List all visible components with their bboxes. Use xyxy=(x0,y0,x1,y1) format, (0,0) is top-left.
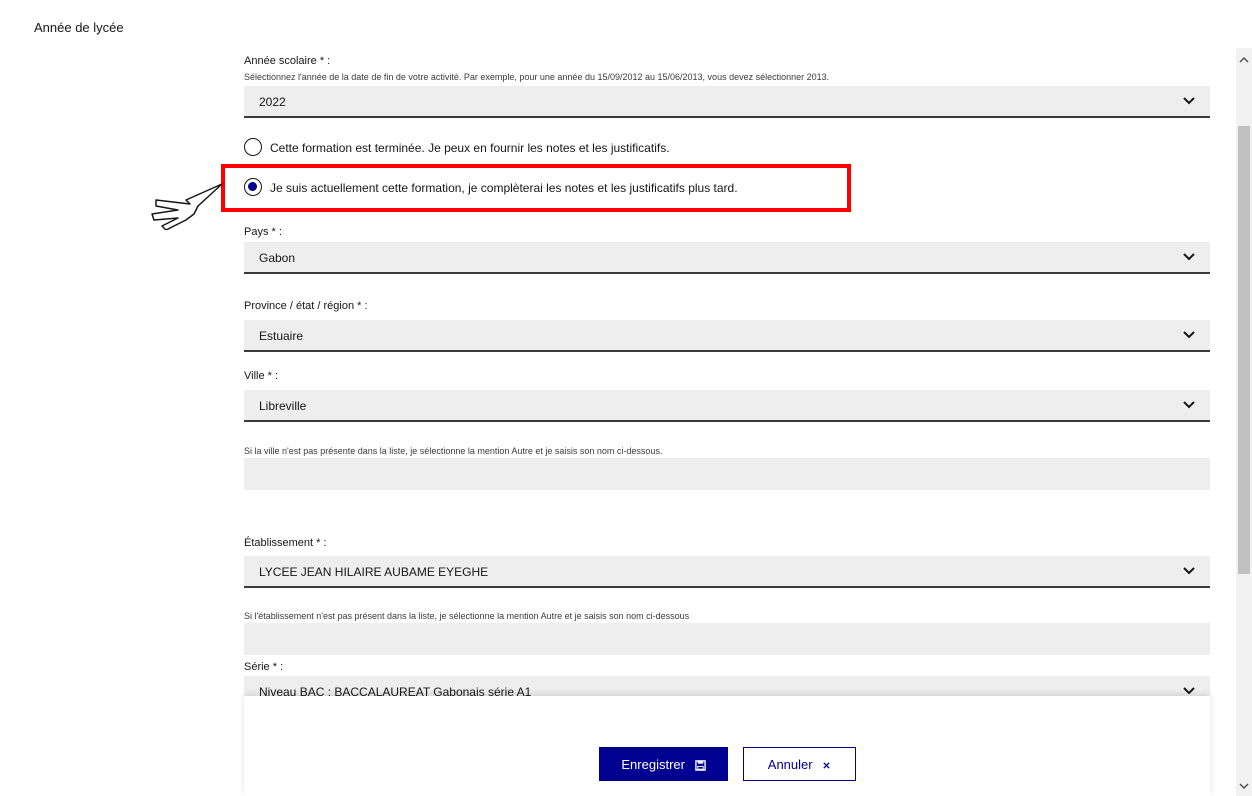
radio-selected-dot xyxy=(248,182,257,191)
annee-scolaire-hint: Sélectionnez l'année de la date de fin d… xyxy=(244,72,830,82)
etablissement-label: Établissement * : xyxy=(244,537,327,549)
chevron-down-icon xyxy=(1183,97,1195,105)
chevron-down-icon xyxy=(1183,331,1195,339)
scroll-down-icon[interactable] xyxy=(1239,782,1249,790)
cancel-button[interactable]: Annuler xyxy=(743,747,856,781)
chevron-down-icon xyxy=(1183,567,1195,575)
radio-button[interactable] xyxy=(244,138,262,156)
radio-formation-en-cours-label: Je suis actuellement cette formation, je… xyxy=(270,181,738,195)
etablissement-autre-input[interactable] xyxy=(244,623,1210,655)
scroll-up-icon[interactable] xyxy=(1239,56,1249,64)
pays-value: Gabon xyxy=(259,251,296,265)
etablissement-autre-hint: Si l'établissement n'est pas présent dan… xyxy=(244,611,690,621)
chevron-down-icon xyxy=(1183,401,1195,409)
form-actions-footer: Enregistrer Annuler xyxy=(244,696,1210,796)
pays-label: Pays * : xyxy=(244,226,282,238)
annee-scolaire-value: 2022 xyxy=(259,95,286,109)
ville-label: Ville * : xyxy=(244,370,279,382)
cancel-button-label: Annuler xyxy=(767,756,813,772)
save-button-label: Enregistrer xyxy=(621,756,685,772)
serie-label: Série * : xyxy=(244,661,284,673)
floppy-disk-icon xyxy=(694,759,706,771)
ville-value: Libreville xyxy=(259,399,307,413)
scrollbar-thumb[interactable] xyxy=(1238,126,1250,574)
province-label: Province / état / région * : xyxy=(244,300,368,312)
ville-autre-input[interactable] xyxy=(244,458,1210,490)
radio-button-selected[interactable] xyxy=(244,178,262,196)
chevron-down-icon xyxy=(1183,253,1195,261)
annee-scolaire-select[interactable]: 2022 xyxy=(244,86,1210,118)
province-value: Estuaire xyxy=(259,329,304,343)
province-select[interactable]: Estuaire xyxy=(244,320,1210,352)
annee-scolaire-label: Année scolaire * : xyxy=(244,55,331,67)
radio-formation-terminee-label: Cette formation est terminée. Je peux en… xyxy=(270,141,670,155)
etablissement-select[interactable]: LYCEE JEAN HILAIRE AUBAME EYEGHE xyxy=(244,556,1210,588)
ville-autre-hint: Si la ville n'est pas présente dans la l… xyxy=(244,446,663,456)
radio-formation-terminee[interactable]: Cette formation est terminée. Je peux en… xyxy=(244,138,944,158)
etablissement-value: LYCEE JEAN HILAIRE AUBAME EYEGHE xyxy=(259,565,489,579)
close-icon xyxy=(823,761,830,769)
save-button[interactable]: Enregistrer xyxy=(599,747,728,781)
section-title: Année de lycée xyxy=(34,20,124,35)
hand-pointer-icon xyxy=(151,183,223,230)
radio-formation-en-cours[interactable]: Je suis actuellement cette formation, je… xyxy=(244,178,834,198)
pays-select[interactable]: Gabon xyxy=(244,242,1210,274)
ville-select[interactable]: Libreville xyxy=(244,390,1210,422)
